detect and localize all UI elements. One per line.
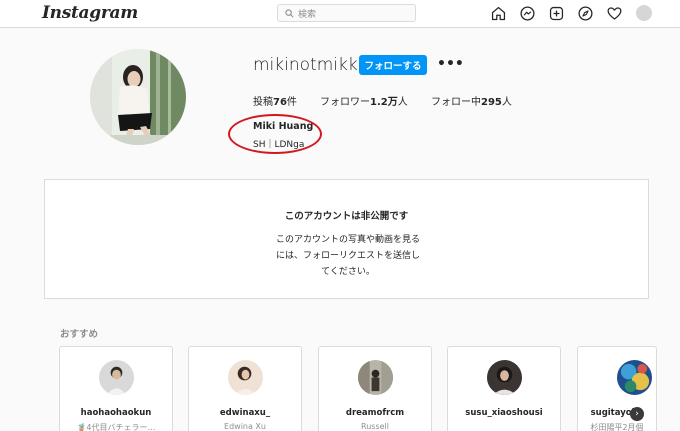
stat-followers-unit: 人 <box>397 97 408 108</box>
annotation-circle <box>228 114 322 154</box>
stat-following-value: 295 <box>481 97 502 108</box>
search-icon <box>285 8 294 17</box>
private-notice-title: このアカウントは非公開です <box>284 211 409 222</box>
instagram-logo[interactable]: Instagram <box>42 3 138 23</box>
new-post-icon[interactable] <box>547 4 566 23</box>
heart-icon[interactable] <box>605 4 624 23</box>
recommendation-avatar[interactable] <box>358 360 393 395</box>
stat-posts-label: 投稿 <box>253 97 273 108</box>
recommendation-subtitle: 杉田陽平2月個 <box>590 423 644 431</box>
private-notice-line: このアカウントの写真や動画を見る <box>275 235 420 245</box>
recommendation-card[interactable]: dreamofrcm Russell <box>318 346 432 431</box>
top-nav-bar: Instagram 検索 <box>0 0 680 28</box>
stat-posts-value: 76 <box>273 97 287 108</box>
nav-icons <box>489 4 652 23</box>
messenger-icon[interactable] <box>518 4 537 23</box>
search-placeholder: 検索 <box>298 9 317 20</box>
stat-following-label: フォロー中 <box>431 97 481 108</box>
private-notice-line: には、フォローリクエストを送信し <box>275 251 420 261</box>
stat-following[interactable]: フォロー中295人 <box>431 93 512 108</box>
stat-posts-unit: 件 <box>286 97 297 108</box>
stat-following-unit: 人 <box>501 97 512 108</box>
recommendation-username[interactable]: haohaohaokun <box>60 408 172 418</box>
recommendation-username[interactable]: susu_xiaoshousi <box>448 408 560 418</box>
more-options-button[interactable]: ••• <box>437 55 464 75</box>
search-input[interactable]: 検索 <box>277 4 416 22</box>
next-arrow-button[interactable]: › <box>630 407 644 421</box>
recommendation-username[interactable]: edwinaxu_ <box>189 408 301 418</box>
recommendation-avatar[interactable] <box>228 360 263 395</box>
stat-followers[interactable]: フォロワー1.2万人 <box>320 93 408 108</box>
profile-username: mikinotmikki <box>253 55 363 75</box>
recommendation-subtitle: Edwina Xu <box>224 422 266 431</box>
recommendation-card[interactable]: haohaohaokun 🧋4代目バチェラー… <box>59 346 173 431</box>
recommendation-subtitle: 🧋4代目バチェラー… <box>76 423 156 431</box>
stat-followers-value: 1.2万 <box>370 97 398 108</box>
recommendation-avatar[interactable] <box>487 360 522 395</box>
recommendation-username[interactable]: sugitayohe <box>578 408 656 418</box>
recommendation-subtitle: Russell <box>361 422 389 431</box>
private-account-notice: このアカウントは非公開です このアカウントの写真や動画を見る には、フォローリク… <box>44 179 649 299</box>
recommendation-username[interactable]: dreamofrcm <box>319 408 431 418</box>
avatar[interactable] <box>636 5 652 21</box>
profile-picture[interactable] <box>90 49 186 145</box>
recommendation-card[interactable]: susu_xiaoshousi <box>447 346 561 431</box>
follow-button[interactable]: フォローする <box>359 55 427 75</box>
stat-posts: 投稿76件 <box>253 93 297 108</box>
recommendation-avatar[interactable] <box>617 360 652 395</box>
recommendations-title: おすすめ <box>60 329 99 340</box>
private-notice-line: てください。 <box>321 267 375 277</box>
explore-icon[interactable] <box>576 4 595 23</box>
private-notice-text: このアカウントの写真や動画を見る には、フォローリクエストを送信し てください。 <box>274 232 422 280</box>
recommendation-card[interactable]: sugitayohe 杉田陽平2月個 <box>577 346 657 431</box>
recommendation-avatar[interactable] <box>99 360 134 395</box>
stat-followers-label: フォロワー <box>320 97 370 108</box>
recommendation-card[interactable]: edwinaxu_ Edwina Xu <box>188 346 302 431</box>
home-icon[interactable] <box>489 4 508 23</box>
